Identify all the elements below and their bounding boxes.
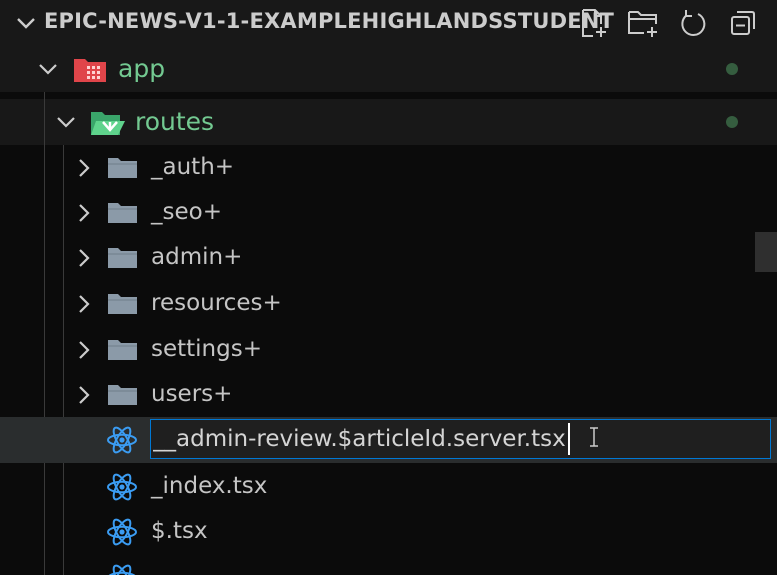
tree-item-label: $.tsx xyxy=(151,518,208,544)
new-file-icon xyxy=(582,9,606,37)
workspace-title: EPIC-NEWS-V1-1-EXAMPLEHIGHLANDSSTUDENT xyxy=(44,9,615,33)
new-file-button[interactable] xyxy=(573,6,613,40)
collapse-all-button[interactable] xyxy=(723,6,763,40)
tree-item-rename[interactable] xyxy=(0,417,777,463)
routes-folder-icon xyxy=(91,112,125,135)
explorer-actions xyxy=(573,6,763,40)
tree-item-label: routes xyxy=(135,107,215,136)
tree-item-label: settings+ xyxy=(151,336,262,362)
refresh-icon xyxy=(681,10,706,36)
chevron-right-icon xyxy=(79,386,90,404)
folder-icon xyxy=(108,158,137,178)
folder-icon xyxy=(108,340,137,360)
react-icon xyxy=(107,426,137,454)
chevron-right-icon xyxy=(79,159,90,177)
tree-item-label: app xyxy=(118,54,166,83)
chevron-right-icon xyxy=(79,295,90,313)
chevron-right-icon xyxy=(79,204,90,222)
folder-icon xyxy=(108,294,137,314)
chevron-down-icon xyxy=(57,117,75,128)
text-caret xyxy=(568,423,570,455)
new-folder-icon xyxy=(628,11,657,37)
app-folder-icon xyxy=(74,59,106,82)
folder-icon xyxy=(108,248,137,268)
chevron-right-icon xyxy=(79,249,90,267)
tree-item-label: _seo+ xyxy=(151,199,222,225)
chevron-down-icon[interactable] xyxy=(14,11,38,35)
modified-dot xyxy=(726,116,738,128)
modified-dot xyxy=(726,63,738,75)
tree-item-label: resources+ xyxy=(151,290,282,316)
tree-folder[interactable]: settings+ xyxy=(0,327,777,373)
react-icon xyxy=(108,564,136,575)
explorer-header[interactable]: EPIC-NEWS-V1-1-EXAMPLEHIGHLANDSSTUDENT xyxy=(0,0,777,46)
rename-input[interactable] xyxy=(150,419,771,459)
collapse-all-icon xyxy=(731,11,755,35)
text-cursor-icon xyxy=(590,427,598,447)
tree-item-label: _index.tsx xyxy=(151,473,268,499)
tree-file[interactable]: _index.tsx xyxy=(0,464,777,510)
tree-folder[interactable]: resources+ xyxy=(0,281,777,327)
tree-folder[interactable]: _auth+ xyxy=(0,145,777,191)
tree-item-app[interactable]: app xyxy=(0,46,777,92)
tree-file-partial[interactable] xyxy=(0,555,777,575)
tree-item-label: users+ xyxy=(151,381,233,407)
refresh-button[interactable] xyxy=(673,6,713,40)
chevron-down-icon xyxy=(39,64,57,75)
chevron-right-icon xyxy=(79,341,90,359)
react-icon xyxy=(107,518,137,546)
react-icon xyxy=(107,473,137,501)
tree-item-label: admin+ xyxy=(151,244,243,270)
folder-icon xyxy=(108,203,137,223)
scrollbar-thumb[interactable] xyxy=(755,232,777,272)
tree-folder[interactable]: _seo+ xyxy=(0,190,777,236)
folder-icon xyxy=(108,385,137,405)
tree-item-routes[interactable]: routes xyxy=(0,99,777,145)
file-explorer: EPIC-NEWS-V1-1-EXAMPLEHIGHLANDSSTUDENT a… xyxy=(0,0,777,575)
new-folder-button[interactable] xyxy=(623,6,663,40)
tree-file[interactable]: $.tsx xyxy=(0,509,777,555)
tree-folder[interactable]: users+ xyxy=(0,372,777,418)
tree-item-label: _auth+ xyxy=(151,154,235,180)
tree-folder[interactable]: admin+ xyxy=(0,235,777,281)
